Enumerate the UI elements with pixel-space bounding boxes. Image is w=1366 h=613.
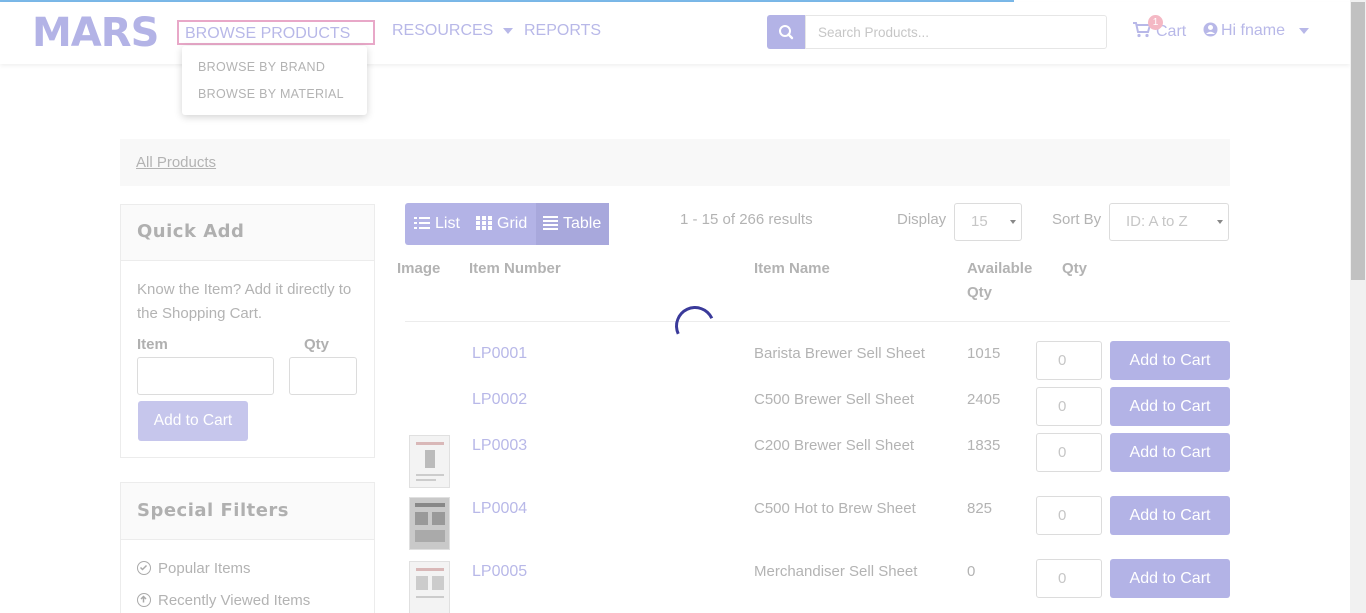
user-circle-icon bbox=[1203, 22, 1218, 37]
nav-resources-label: RESOURCES bbox=[392, 22, 494, 39]
column-header-item-name[interactable]: Item Name bbox=[754, 257, 830, 281]
product-thumbnail[interactable] bbox=[409, 497, 450, 550]
filter-popular-items-label: Popular Items bbox=[158, 560, 251, 577]
grid-icon bbox=[476, 216, 492, 230]
caret-down-icon bbox=[1217, 220, 1223, 224]
display-select[interactable]: 15 bbox=[954, 203, 1022, 241]
column-header-available-line2: Qty bbox=[967, 284, 993, 301]
sort-label: Sort By bbox=[1052, 211, 1102, 228]
quick-add-button[interactable]: Add to Cart bbox=[138, 401, 248, 441]
quick-add-title: Quick Add bbox=[121, 205, 374, 261]
cart-count-badge: 1 bbox=[1148, 15, 1163, 30]
quick-add-panel: Quick Add Know the Item? Add it directly… bbox=[120, 204, 375, 458]
row-item-number[interactable]: LP0002 bbox=[472, 391, 527, 409]
filter-recently-viewed-label: Recently Viewed Items bbox=[158, 592, 311, 609]
breadcrumb-all-products[interactable]: All Products bbox=[136, 154, 216, 171]
view-table-label: Table bbox=[563, 215, 602, 232]
table-icon bbox=[543, 216, 558, 230]
caret-down-icon bbox=[1010, 220, 1016, 224]
list-icon bbox=[414, 217, 430, 229]
row-available-qty: 825 bbox=[967, 500, 993, 517]
row-add-to-cart-button[interactable]: Add to Cart bbox=[1110, 496, 1230, 535]
row-add-to-cart-button[interactable]: Add to Cart bbox=[1110, 559, 1230, 598]
arrow-up-circle-icon bbox=[137, 593, 151, 607]
product-thumbnail[interactable] bbox=[409, 435, 450, 488]
results-count: 1 - 15 of 266 results bbox=[680, 211, 813, 228]
search-input[interactable] bbox=[805, 15, 1107, 49]
quick-add-item-input[interactable] bbox=[137, 357, 274, 395]
search-icon bbox=[779, 25, 794, 40]
check-circle-icon bbox=[137, 561, 151, 575]
search-button[interactable] bbox=[767, 15, 805, 49]
quick-add-qty-input[interactable] bbox=[289, 357, 357, 395]
row-item-number[interactable]: LP0003 bbox=[472, 437, 527, 455]
quick-add-description: Know the Item? Add it directly to the Sh… bbox=[137, 281, 352, 322]
nav-reports[interactable]: REPORTS bbox=[524, 20, 601, 42]
column-header-qty: Qty bbox=[1062, 260, 1088, 277]
view-list-label: List bbox=[435, 215, 460, 232]
view-grid-button[interactable]: Grid bbox=[476, 203, 527, 245]
quick-add-item-label: Item bbox=[137, 336, 168, 353]
view-table-button[interactable]: Table bbox=[536, 203, 609, 245]
page-scrollbar-thumb[interactable] bbox=[1351, 2, 1365, 280]
column-header-available-line1: Available bbox=[967, 260, 1033, 277]
nav-resources[interactable]: RESOURCES bbox=[392, 20, 514, 42]
dropdown-item-browse-by-brand[interactable]: BROWSE BY BRAND bbox=[198, 60, 325, 74]
quick-add-qty-label: Qty bbox=[304, 336, 330, 353]
display-select-value: 15 bbox=[971, 213, 988, 230]
user-greeting: Hi fname bbox=[1221, 22, 1286, 39]
view-toggle-group: List Grid Table bbox=[405, 203, 609, 245]
row-add-to-cart-button[interactable]: Add to Cart bbox=[1110, 387, 1230, 426]
row-available-qty: 1015 bbox=[967, 345, 1001, 362]
user-menu[interactable]: Hi fname bbox=[1203, 22, 1310, 40]
special-filters-title: Special Filters bbox=[121, 483, 374, 540]
row-qty-input[interactable]: 0 bbox=[1036, 341, 1102, 380]
loading-spinner-icon bbox=[669, 300, 721, 352]
mars-logo[interactable]: MARS bbox=[32, 13, 159, 53]
row-item-name: C500 Hot to Brew Sheet bbox=[754, 500, 916, 517]
row-available-qty: 2405 bbox=[967, 391, 1001, 408]
breadcrumb: All Products bbox=[120, 139, 1230, 186]
display-label: Display bbox=[897, 211, 947, 228]
row-qty-input[interactable]: 0 bbox=[1036, 496, 1102, 535]
row-qty-input[interactable]: 0 bbox=[1036, 387, 1102, 426]
row-item-name: C200 Brewer Sell Sheet bbox=[754, 437, 915, 454]
sort-select[interactable]: ID: A to Z bbox=[1109, 203, 1229, 241]
nav-browse-products[interactable]: BROWSE PRODUCTS bbox=[177, 20, 375, 59]
row-item-name: Merchandiser Sell Sheet bbox=[754, 563, 918, 580]
row-item-number[interactable]: LP0004 bbox=[472, 500, 527, 518]
nav-browse-products-label: BROWSE PRODUCTS bbox=[185, 25, 351, 42]
special-filters-panel: Special Filters Popular Items Recently V… bbox=[120, 482, 375, 613]
row-qty-input[interactable]: 0 bbox=[1036, 433, 1102, 472]
row-item-name: Barista Brewer Sell Sheet bbox=[754, 345, 925, 362]
browse-products-dropdown: BROWSE BY BRAND BROWSE BY MATERIAL bbox=[182, 46, 367, 115]
filter-recently-viewed[interactable]: Recently Viewed Items bbox=[137, 592, 310, 609]
row-qty-input[interactable]: 0 bbox=[1036, 559, 1102, 598]
view-list-button[interactable]: List bbox=[414, 203, 460, 245]
row-add-to-cart-button[interactable]: Add to Cart bbox=[1110, 433, 1230, 472]
row-item-name: C500 Brewer Sell Sheet bbox=[754, 391, 915, 408]
product-thumbnail[interactable] bbox=[409, 561, 450, 613]
row-available-qty: 0 bbox=[967, 563, 976, 580]
row-item-number[interactable]: LP0005 bbox=[472, 563, 527, 581]
column-header-image: Image bbox=[397, 260, 441, 277]
chevron-down-icon bbox=[1299, 27, 1310, 34]
column-header-available-qty[interactable]: Available Qty bbox=[967, 257, 1032, 305]
sort-select-value: ID: A to Z bbox=[1126, 213, 1188, 230]
row-available-qty: 1835 bbox=[967, 437, 1001, 454]
row-add-to-cart-button[interactable]: Add to Cart bbox=[1110, 341, 1230, 380]
view-grid-label: Grid bbox=[497, 215, 528, 232]
filter-popular-items[interactable]: Popular Items bbox=[137, 560, 251, 577]
dropdown-item-browse-by-material[interactable]: BROWSE BY MATERIAL bbox=[198, 87, 344, 101]
chevron-down-icon bbox=[503, 27, 514, 34]
table-header-divider bbox=[405, 321, 1230, 322]
row-item-number[interactable]: LP0001 bbox=[472, 345, 527, 363]
column-header-item-number[interactable]: Item Number bbox=[469, 257, 561, 281]
